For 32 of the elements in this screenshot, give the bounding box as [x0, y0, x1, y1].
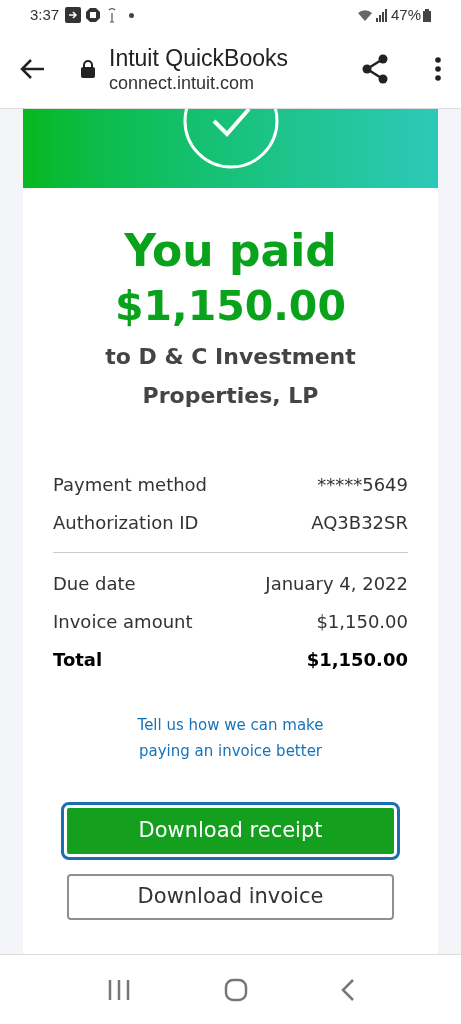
page-url: connect.intuit.com [109, 71, 256, 94]
detail-value: AQ3B32SR [311, 510, 408, 535]
detail-label: Payment method [53, 472, 208, 497]
detail-label: Total [53, 647, 103, 672]
detail-label: Due date [53, 571, 136, 596]
back-icon[interactable] [340, 977, 355, 1002]
detail-label: Authorization ID [53, 510, 199, 535]
detail-label: Invoice amount [53, 609, 193, 634]
detail-value: $1,150.00 [316, 609, 408, 634]
download-button[interactable]: Download receipt [61, 802, 400, 860]
payee-name: to D & C Investment Properties, LP [104, 343, 357, 410]
detail-value: *****5649 [317, 472, 408, 497]
paid-heading: You paid [124, 224, 337, 278]
page-title: Intuit QuickBooks [109, 44, 288, 72]
lock-icon [80, 59, 96, 79]
octagon-icon [85, 7, 102, 23]
app-icon [65, 7, 82, 23]
feedback-link[interactable]: Tell us how we can make paying an invoice better [120, 712, 341, 764]
home-icon[interactable] [223, 977, 248, 1002]
detail-value: January 4, 2022 [265, 571, 408, 596]
status-time: 3:37 [30, 4, 60, 25]
recent-apps-icon[interactable] [106, 978, 131, 1001]
battery-icon [423, 8, 431, 22]
paid-amount: $1,150.00 [115, 281, 346, 332]
battery-level: 47% [390, 4, 421, 25]
download-button[interactable]: Download invoice [67, 874, 394, 920]
signal-icon [375, 8, 388, 22]
back-arrow-icon[interactable] [20, 58, 46, 80]
wifi-icon [356, 8, 373, 22]
share-icon[interactable] [361, 54, 389, 84]
detail-value: $1,150.00 [306, 647, 408, 672]
more-menu-icon[interactable] [435, 57, 441, 81]
